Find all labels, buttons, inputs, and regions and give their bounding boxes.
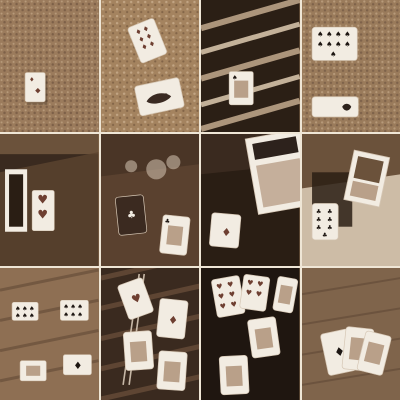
svg-text:♥: ♥ (37, 208, 48, 222)
svg-text:♥: ♥ (37, 193, 48, 207)
svg-text:♠: ♠ (15, 312, 20, 319)
svg-text:♠: ♠ (317, 29, 323, 38)
svg-text:♠: ♠ (63, 303, 68, 310)
svg-text:♠: ♠ (232, 75, 237, 82)
svg-text:♥: ♥ (256, 279, 263, 289)
tile-wood-four-cards: ♠ ♠ ♠ ♠ ♠ ♠ ♠ ♠ ♠ ♠ ♠ ♠ ♦ (0, 268, 99, 400)
svg-text:♠: ♠ (22, 305, 27, 312)
svg-text:♥: ♥ (245, 288, 252, 298)
svg-text:♠: ♠ (344, 39, 350, 48)
svg-text:♠: ♠ (335, 29, 341, 38)
tile-wood-fan-cards: ♦ (301, 268, 400, 400)
svg-text:♣: ♣ (164, 218, 170, 226)
tile-wood-chopsticks: ♥ ♦ (100, 268, 199, 400)
svg-text:♣: ♣ (316, 209, 321, 216)
tile-mirror-table-card: ♥ ♥ (0, 134, 99, 266)
svg-text:♠: ♠ (330, 49, 336, 58)
svg-text:♠: ♠ (335, 39, 341, 48)
tile-striped-fabric-card: ♠ (201, 0, 300, 132)
svg-text:♥: ♥ (247, 278, 254, 288)
svg-text:♠: ♠ (22, 312, 27, 319)
tile-carpet-nine-spades: ♠ ♠ ♠ ♠ ♠ ♠ ♠ ♠ ♠ (301, 0, 400, 132)
tile-dark-many-cards: ♥ ♥ ♥ ♥ ♥ ♥ ♥ ♥ ♥ ♥ (201, 268, 300, 400)
svg-text:♠: ♠ (29, 312, 34, 319)
svg-text:♠: ♠ (344, 29, 350, 38)
svg-text:♣: ♣ (327, 225, 332, 232)
svg-text:◆: ◆ (35, 86, 41, 95)
tile-carpet-two-cards: ♦ ♦ ♦ ♦ ♦ ♦ (100, 0, 199, 132)
svg-text:♠: ♠ (317, 39, 323, 48)
svg-text:♠: ♠ (77, 311, 82, 318)
svg-text:♠: ♠ (63, 311, 68, 318)
svg-text:♠: ♠ (326, 39, 332, 48)
svg-text:♠: ♠ (70, 303, 75, 310)
svg-text:♠: ♠ (15, 305, 20, 312)
svg-text:♠: ♠ (77, 303, 82, 310)
tile-dark-table-book: ♦ (201, 134, 300, 266)
svg-text:♣: ♣ (327, 209, 332, 216)
photo-collage-grid: ♦ ◆ ♦ ♦ ♦ ♦ ♦ ♦ ♠ ♠ ♠ ♠ ♠ ♠ ♠ ♠ ♠ ♠ ♥ ♥ … (0, 0, 400, 400)
svg-text:♦: ♦ (29, 77, 34, 84)
svg-text:♥: ♥ (255, 289, 262, 299)
svg-text:♠: ♠ (29, 305, 34, 312)
svg-text:♦: ♦ (221, 226, 232, 240)
svg-text:♣: ♣ (126, 210, 136, 222)
tile-carpet-single-card: ♦ ◆ (0, 0, 99, 132)
svg-text:♣: ♣ (322, 232, 327, 239)
svg-text:♣: ♣ (316, 225, 321, 232)
svg-text:♣: ♣ (316, 217, 321, 224)
svg-text:♦: ♦ (73, 361, 82, 372)
svg-text:♣: ♣ (327, 217, 332, 224)
svg-text:♠: ♠ (326, 29, 332, 38)
tile-glass-table-cards: ♣ ♣ (100, 134, 199, 266)
svg-text:♠: ♠ (70, 311, 75, 318)
tile-clutter-clubs: ♣ ♣ ♣ ♣ ♣ ♣ ♣ (301, 134, 400, 266)
svg-text:♦: ♦ (167, 313, 178, 327)
